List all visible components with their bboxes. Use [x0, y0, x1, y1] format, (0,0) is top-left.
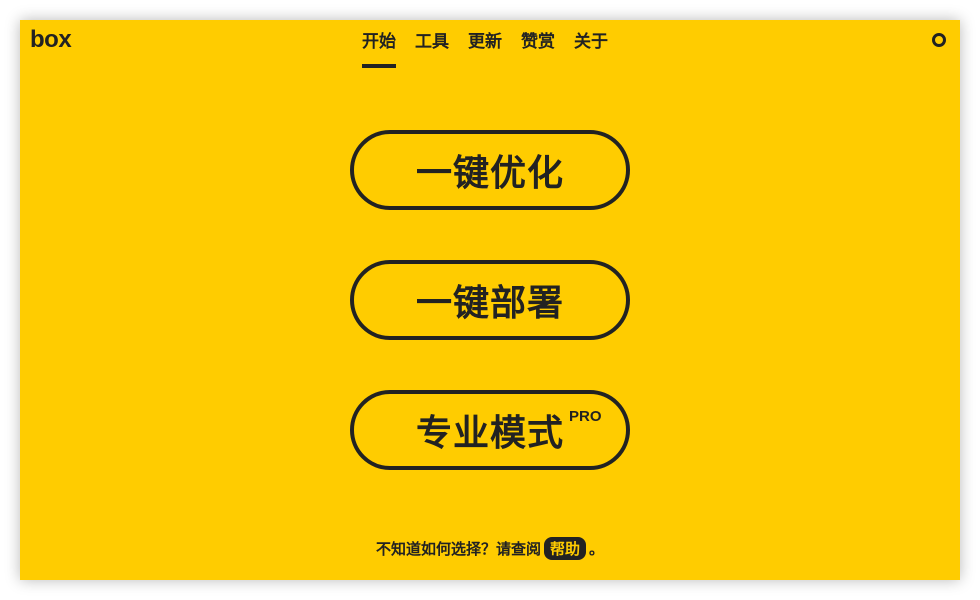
- help-prompt-text: 不知道如何选择？请查阅: [375, 540, 541, 558]
- tab-updates[interactable]: 更新: [468, 30, 502, 64]
- one-click-optimize-label: 一键优化: [415, 153, 564, 194]
- help-link[interactable]: 帮助: [543, 537, 586, 560]
- pro-mode-button[interactable]: 专业模式 PRO: [350, 390, 630, 470]
- one-click-deploy-button[interactable]: 一键部署: [350, 260, 630, 340]
- tab-about[interactable]: 关于: [574, 30, 608, 64]
- app-window: box 开始 工具 更新 赞赏 关于 一键优化 一键部署 专业模式 PRO 不知…: [20, 20, 960, 580]
- tab-donate[interactable]: 赞赏: [521, 30, 555, 64]
- action-list: 一键优化 一键部署 专业模式 PRO: [350, 130, 630, 520]
- pro-mode-label: 专业模式: [415, 413, 564, 454]
- one-click-deploy-label: 一键部署: [415, 283, 564, 324]
- pro-badge: PRO: [569, 408, 602, 425]
- main-nav: 开始 工具 更新 赞赏 关于: [362, 30, 608, 68]
- status-ring-icon[interactable]: [932, 33, 946, 47]
- help-footer: 不知道如何选择？请查阅 帮助。: [20, 537, 960, 560]
- tab-start[interactable]: 开始: [362, 30, 396, 68]
- app-logo: box: [30, 26, 72, 53]
- help-prompt-end: 。: [589, 540, 605, 558]
- one-click-optimize-button[interactable]: 一键优化: [350, 130, 630, 210]
- tab-tools[interactable]: 工具: [415, 30, 449, 64]
